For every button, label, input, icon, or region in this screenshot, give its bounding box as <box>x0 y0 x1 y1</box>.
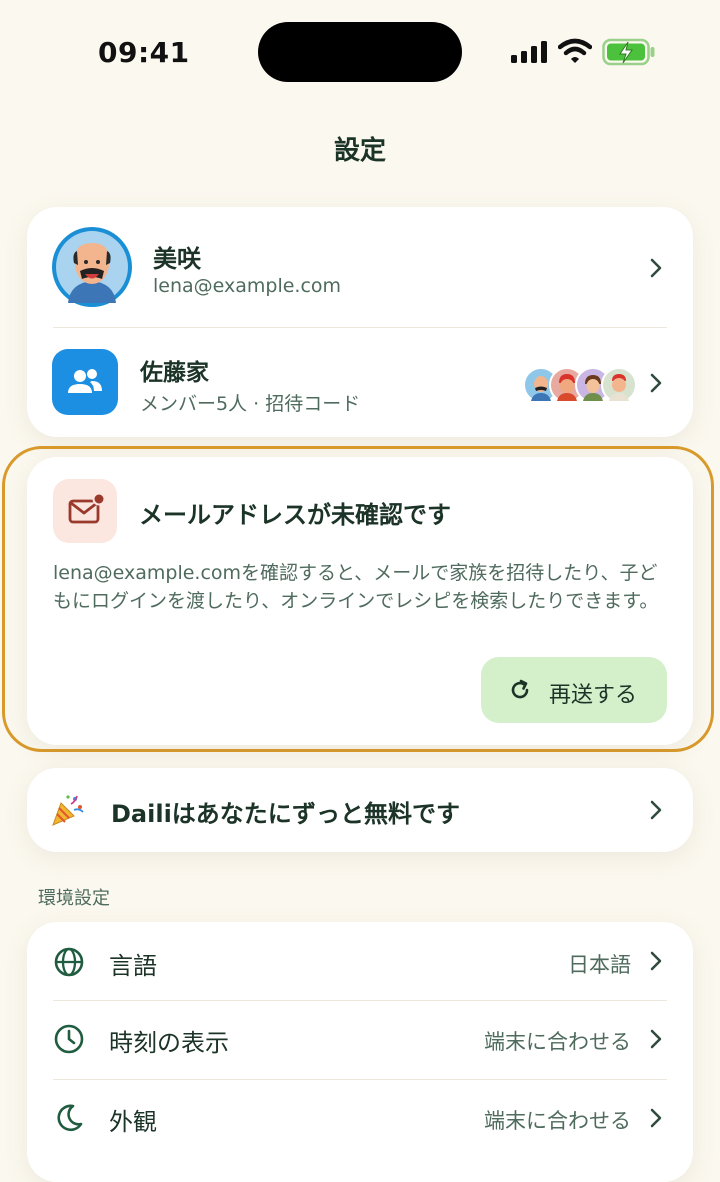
mail-alert-icon <box>53 479 117 543</box>
family-name: 佐藤家 <box>140 360 209 386</box>
preferences-card: 言語 日本語 時刻の表示 端末に合わせる 外観 端末に合わせる <box>27 922 693 1182</box>
account-name: 美咲 <box>153 245 201 273</box>
preference-value: 日本語 <box>568 953 631 977</box>
chevron-right-icon <box>650 1029 662 1049</box>
battery-charging-icon <box>602 38 655 66</box>
avatar <box>52 227 132 307</box>
globe-icon <box>54 947 84 977</box>
chevron-right-icon <box>650 1108 662 1128</box>
chevron-right-icon <box>650 373 662 393</box>
verify-description: lena@example.comを確認すると、メールで家族を招待したり、子どもに… <box>53 562 659 612</box>
preference-label: 時刻の表示 <box>109 1029 229 1057</box>
resend-label: 再送する <box>549 682 638 707</box>
preference-row-appearance[interactable]: 外観 端末に合わせる <box>27 1080 693 1158</box>
preference-label: 外観 <box>109 1108 157 1136</box>
chevron-right-icon <box>650 258 662 278</box>
verify-title: メールアドレスが未確認です <box>139 501 451 529</box>
preference-value: 端末に合わせる <box>484 1030 631 1054</box>
member-avatar <box>601 367 637 403</box>
account-card: 美咲 lena@example.com 佐藤家 メンバー5人 · 招待コード <box>27 207 693 437</box>
preference-label: 言語 <box>109 952 157 980</box>
page-title: 設定 <box>333 136 386 166</box>
profile-row[interactable]: 美咲 lena@example.com <box>27 207 693 327</box>
promo-text: Dailiはあなたにずっと無料です <box>111 800 461 828</box>
preference-row-language[interactable]: 言語 日本語 <box>27 922 693 1000</box>
section-title-preferences: 環境設定 <box>38 888 110 909</box>
family-subtitle: メンバー5人 · 招待コード <box>140 393 361 415</box>
preference-row-time-format[interactable]: 時刻の表示 端末に合わせる <box>27 1001 693 1079</box>
status-bar: 09:41 <box>0 0 720 100</box>
wifi-icon <box>558 38 592 63</box>
clock-icon <box>54 1024 84 1054</box>
moon-icon <box>57 1104 83 1132</box>
dynamic-island <box>258 22 462 82</box>
promo-card[interactable]: Dailiはあなたにずっと無料です <box>27 768 693 852</box>
resend-button[interactable]: 再送する <box>481 657 667 723</box>
party-popper-icon <box>52 795 84 826</box>
chevron-right-icon <box>650 951 662 971</box>
status-time: 09:41 <box>98 36 190 69</box>
email-verify-card: メールアドレスが未確認です lena@example.comを確認すると、メール… <box>27 457 693 745</box>
family-icon <box>52 349 118 415</box>
preference-value: 端末に合わせる <box>484 1109 631 1133</box>
cellular-signal-icon <box>511 41 547 63</box>
chevron-right-icon <box>650 800 662 820</box>
account-email: lena@example.com <box>153 275 342 297</box>
refresh-icon <box>511 679 529 699</box>
